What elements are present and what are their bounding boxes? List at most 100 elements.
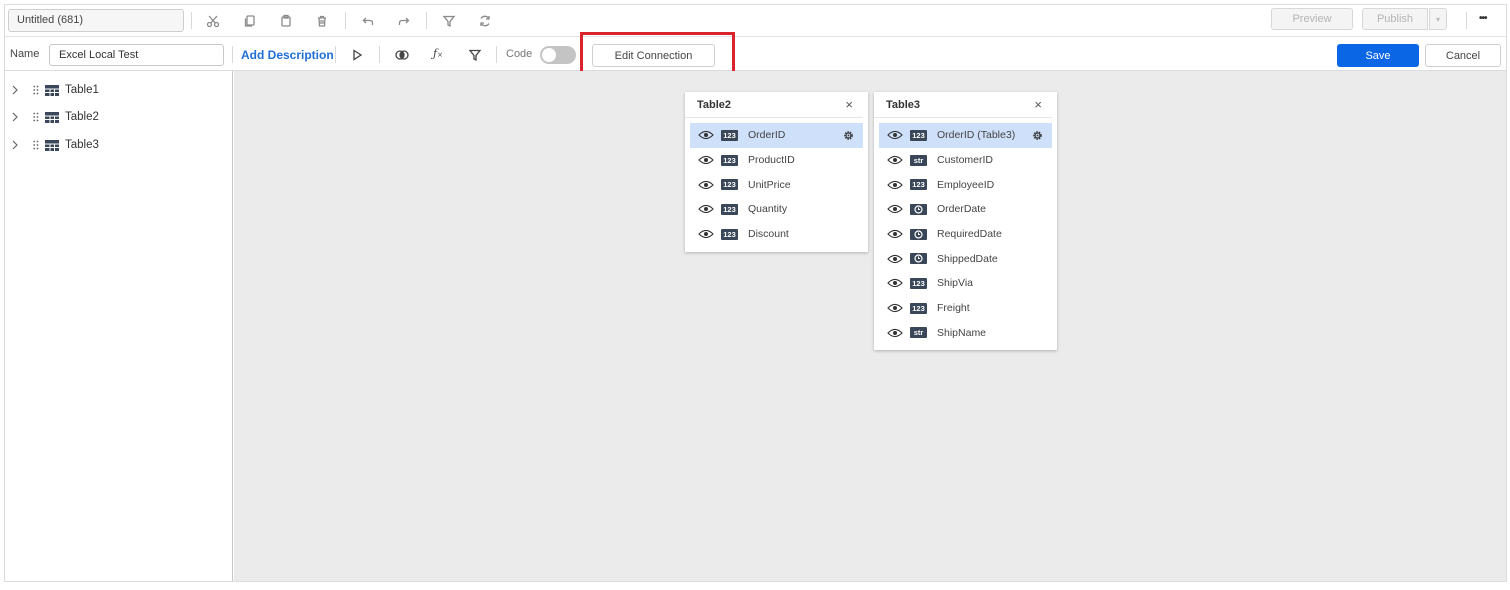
eye-icon[interactable]	[698, 155, 714, 165]
field-row[interactable]: 123 ProductID	[690, 148, 863, 173]
tree-item-label: Table1	[65, 84, 99, 96]
add-description-link[interactable]: Add Description	[241, 48, 334, 62]
field-row[interactable]: 123 UnitPrice	[690, 172, 863, 197]
field-row[interactable]: 123 OrderID (Table3)	[879, 123, 1052, 148]
field-name: Quantity	[748, 203, 788, 216]
filter-icon[interactable]	[440, 12, 458, 30]
table-card-title: Table3	[886, 98, 921, 111]
toolbar-divider	[191, 12, 192, 29]
design-canvas[interactable]: Table2 × 123 OrderID 123 ProductID 123 U…	[234, 71, 1506, 581]
tree-item-table1[interactable]: Table1	[5, 80, 225, 100]
clock-type-icon	[910, 228, 927, 240]
cancel-button[interactable]: Cancel	[1425, 44, 1501, 67]
table-card-header[interactable]: Table2 ×	[685, 92, 863, 118]
undo-icon[interactable]	[359, 12, 377, 30]
eye-icon[interactable]	[698, 130, 714, 140]
table-icon	[45, 111, 59, 123]
eye-icon[interactable]	[698, 180, 714, 190]
eye-icon[interactable]	[698, 204, 714, 214]
eye-icon[interactable]	[887, 229, 903, 239]
field-name: Discount	[748, 228, 789, 241]
chevron-right-icon[interactable]	[11, 140, 23, 150]
function-icon[interactable]: ƒ×	[433, 47, 443, 60]
publish-button[interactable]: Publish	[1362, 8, 1428, 30]
chevron-right-icon[interactable]	[11, 112, 23, 122]
clock-type-icon	[910, 253, 927, 265]
field-name: Freight	[937, 302, 970, 315]
field-name: OrderDate	[937, 203, 987, 216]
field-name: UnitPrice	[748, 178, 791, 191]
field-row[interactable]: str CustomerID	[879, 148, 1052, 173]
delete-icon[interactable]	[313, 12, 331, 30]
field-row[interactable]: RequiredDate	[879, 222, 1052, 247]
number-type-icon: 123	[721, 129, 738, 141]
eye-icon[interactable]	[698, 229, 714, 239]
publish-dropdown-button[interactable]: ▾	[1429, 8, 1447, 30]
string-type-icon: str	[910, 154, 927, 166]
gear-icon[interactable]	[1031, 129, 1044, 142]
table-card-table2[interactable]: Table2 × 123 OrderID 123 ProductID 123 U…	[685, 92, 868, 252]
eye-icon[interactable]	[887, 328, 903, 338]
field-row[interactable]: 123 Quantity	[690, 197, 863, 222]
code-toggle[interactable]	[540, 46, 576, 64]
drag-handle-icon[interactable]	[33, 140, 41, 150]
eye-icon[interactable]	[887, 155, 903, 165]
toolbar-divider	[1466, 12, 1467, 29]
toolbar-divider	[335, 46, 336, 63]
field-name: EmployeeID	[937, 178, 995, 191]
copy-icon[interactable]	[241, 12, 259, 30]
eye-icon[interactable]	[887, 278, 903, 288]
field-name: CustomerID	[937, 154, 994, 167]
dashboard-title[interactable]: Untitled (681)	[8, 9, 184, 32]
field-row[interactable]: 123 Freight	[879, 296, 1052, 321]
query-editor-window: Untitled (681) Preview Publish ▾ ••• Nam…	[4, 4, 1507, 582]
eye-icon[interactable]	[887, 130, 903, 140]
field-row[interactable]: ShippedDate	[879, 246, 1052, 271]
table-card-title: Table2	[697, 98, 732, 111]
drag-handle-icon[interactable]	[33, 85, 41, 95]
preview-button[interactable]: Preview	[1271, 8, 1353, 30]
table-card-table3[interactable]: Table3 × 123 OrderID (Table3) str Custom…	[874, 92, 1057, 350]
close-icon[interactable]: ×	[845, 97, 853, 112]
field-name: ShipVia	[937, 277, 974, 290]
refresh-icon[interactable]	[476, 12, 494, 30]
field-name: OrderID	[748, 129, 786, 142]
query-name-input[interactable]	[49, 44, 224, 66]
cut-icon[interactable]	[204, 12, 222, 30]
drag-handle-icon[interactable]	[33, 112, 41, 122]
field-row[interactable]: 123 EmployeeID	[879, 172, 1052, 197]
close-icon[interactable]: ×	[1034, 97, 1042, 112]
clock-type-icon	[910, 203, 927, 215]
eye-icon[interactable]	[887, 180, 903, 190]
run-icon[interactable]	[348, 46, 366, 64]
number-type-icon: 123	[721, 203, 738, 215]
code-label: Code	[506, 48, 533, 60]
field-row[interactable]: 123 Discount	[690, 222, 863, 247]
tree-item-table3[interactable]: Table3	[5, 135, 225, 155]
eye-icon[interactable]	[887, 204, 903, 214]
field-name: ShippedDate	[937, 252, 998, 265]
chevron-down-icon: ▾	[1435, 14, 1440, 24]
more-options-icon[interactable]: •••	[1479, 13, 1487, 24]
main-toolbar: Untitled (681) Preview Publish ▾ •••	[5, 5, 1506, 37]
number-type-icon: 123	[721, 228, 738, 240]
tree-item-table2[interactable]: Table2	[5, 107, 225, 127]
field-row[interactable]: 123 ShipVia	[879, 271, 1052, 296]
field-row[interactable]: OrderDate	[879, 197, 1052, 222]
eye-icon[interactable]	[887, 303, 903, 313]
gear-icon[interactable]	[842, 129, 855, 142]
paste-icon[interactable]	[277, 12, 295, 30]
filter-icon[interactable]	[466, 46, 484, 64]
chevron-right-icon[interactable]	[11, 85, 23, 95]
eye-icon[interactable]	[887, 254, 903, 264]
name-label: Name	[10, 48, 40, 60]
redo-icon[interactable]	[395, 12, 413, 30]
join-icon[interactable]	[393, 46, 411, 64]
query-toolbar: Name Add Description ƒ× Code Edit Connec…	[5, 37, 1506, 71]
field-name: RequiredDate	[937, 228, 1002, 241]
field-row[interactable]: 123 OrderID	[690, 123, 863, 148]
table-card-header[interactable]: Table3 ×	[874, 92, 1052, 118]
toolbar-divider	[426, 12, 427, 29]
field-row[interactable]: str ShipName	[879, 321, 1052, 346]
save-button[interactable]: Save	[1337, 44, 1419, 67]
